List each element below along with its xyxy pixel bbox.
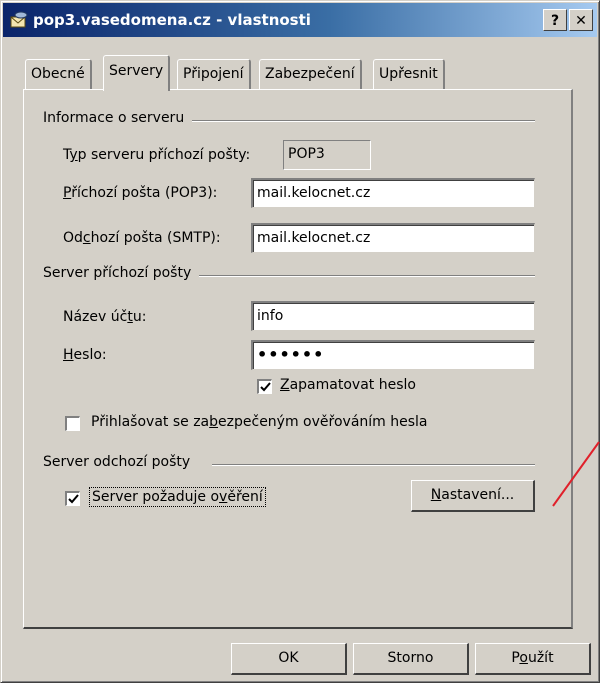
close-button[interactable]: ✕ [569, 9, 593, 31]
mail-server-icon [9, 11, 29, 31]
checkmark-icon [260, 382, 271, 392]
account-name-label: Název účtu: [63, 309, 147, 325]
group-label-outgoing-server: Server odchozí pošty [43, 454, 213, 470]
secure-password-auth-checkbox[interactable] [65, 416, 80, 431]
tab-upresnit[interactable]: Upřesnit [373, 59, 445, 89]
cancel-button[interactable]: Storno [353, 643, 469, 675]
ok-button[interactable]: OK [231, 643, 347, 675]
apply-button[interactable]: Použít [475, 643, 591, 675]
server-type-label: Typ serveru příchozí pošty: [63, 147, 251, 163]
server-requires-auth-checkbox[interactable] [65, 491, 80, 506]
server-type-value: POP3 [283, 140, 371, 170]
password-input[interactable]: •••••• [251, 340, 535, 370]
tab-zabezpeceni[interactable]: Zabezpečení [259, 59, 362, 89]
help-button[interactable]: ? [543, 9, 567, 31]
remember-password-label[interactable]: Zapamatovat heslo [280, 377, 416, 393]
group-label-server-info: Informace o serveru [43, 110, 193, 126]
incoming-server-label: Příchozí pošta (POP3): [63, 185, 218, 201]
tab-servery[interactable]: Servery [103, 55, 171, 91]
secure-password-auth-label[interactable]: Přihlašovat se zabezpečeným ověřováním h… [91, 414, 428, 430]
checkmark-icon [68, 494, 79, 504]
properties-dialog: pop3.vasedomena.cz - vlastnosti ? ✕ Obec… [0, 0, 600, 683]
annotation-arrow [552, 441, 600, 507]
settings-button[interactable]: Nastavení... [411, 480, 535, 512]
password-label: Heslo: [63, 347, 107, 363]
account-name-input[interactable]: info [251, 301, 535, 331]
window-title: pop3.vasedomena.cz - vlastnosti [33, 11, 311, 29]
outgoing-server-input[interactable]: mail.kelocnet.cz [251, 223, 535, 253]
outgoing-server-label: Odchozí pošta (SMTP): [63, 230, 221, 246]
group-label-incoming-server: Server příchozí pošty [43, 265, 200, 281]
remember-password-checkbox[interactable] [257, 379, 272, 394]
incoming-server-input[interactable]: mail.kelocnet.cz [251, 178, 535, 208]
title-bar[interactable]: pop3.vasedomena.cz - vlastnosti ? ✕ [3, 3, 597, 37]
tab-pripojeni[interactable]: Připojení [177, 59, 251, 89]
server-requires-auth-label[interactable]: Server požaduje ověření [89, 487, 266, 507]
tab-obecne[interactable]: Obecné [25, 59, 92, 89]
